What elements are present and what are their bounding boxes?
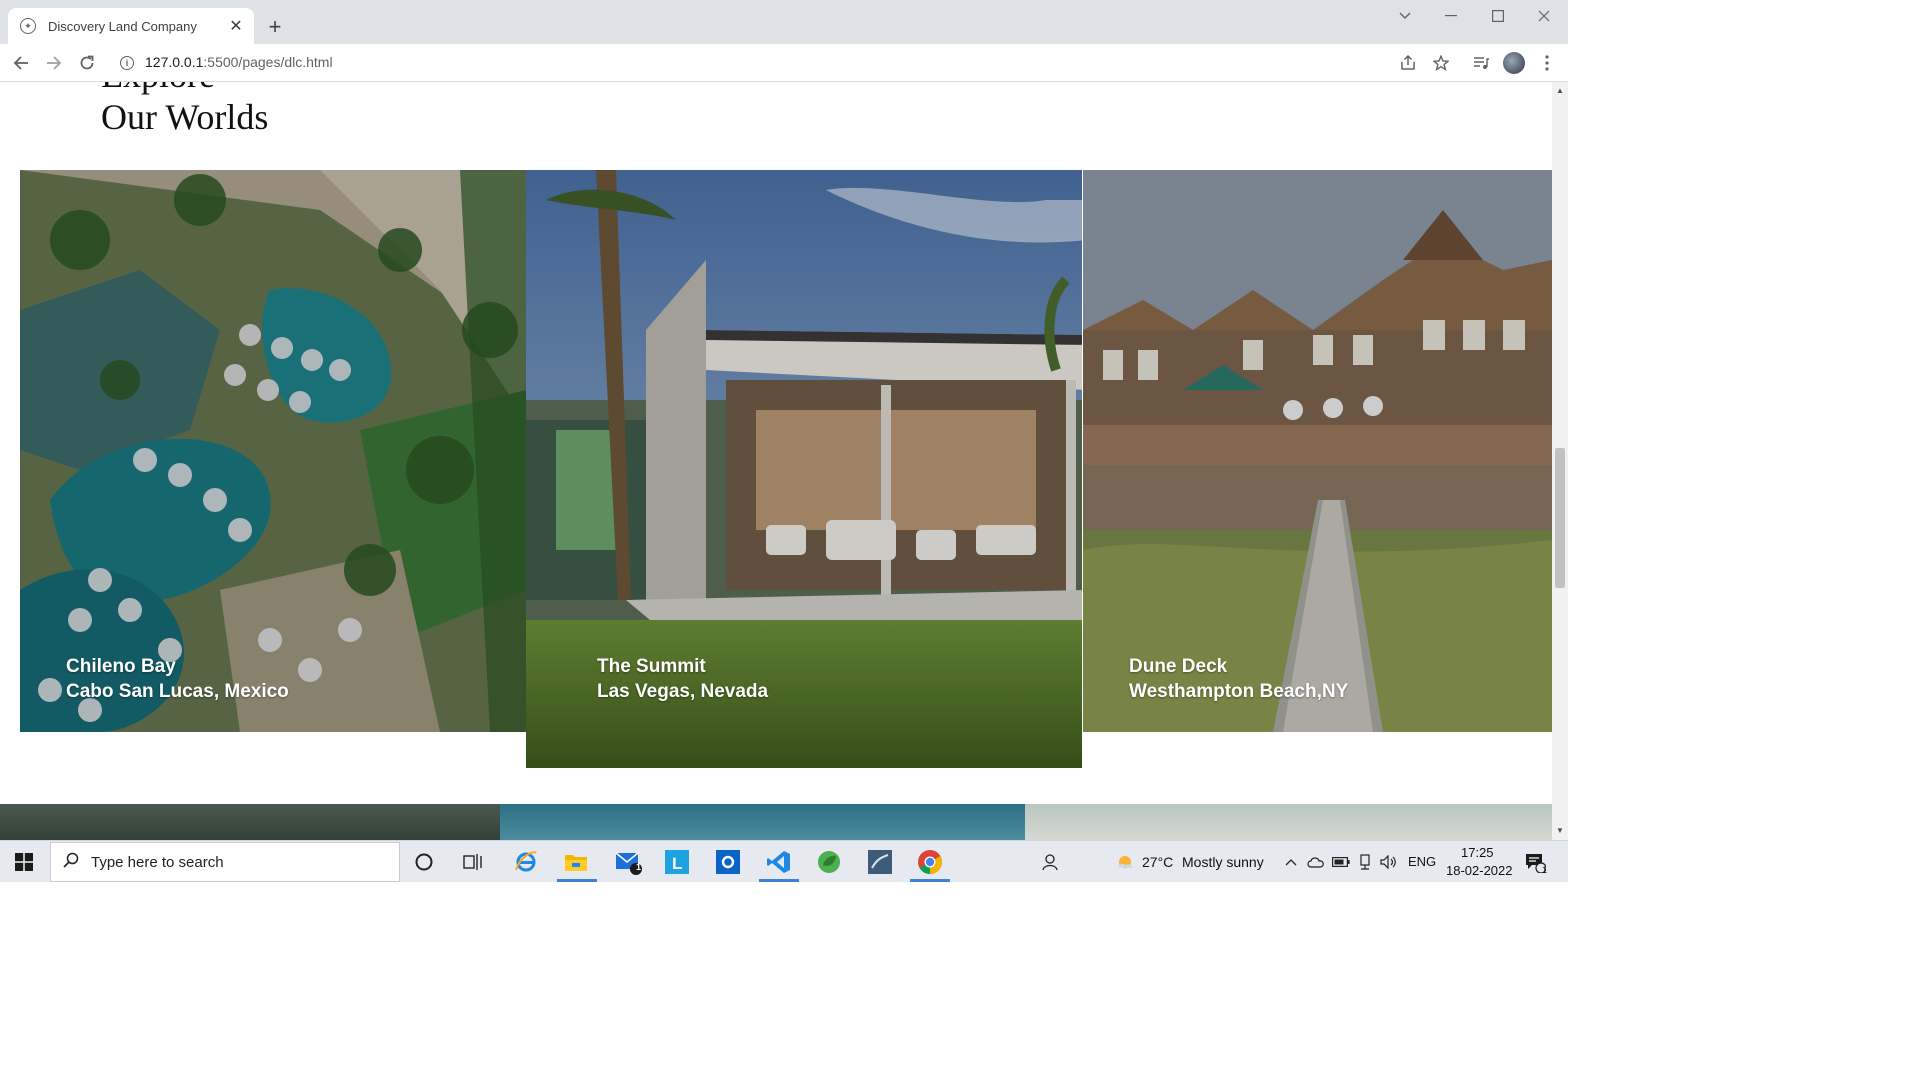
weather-temperature[interactable]: 27°C xyxy=(1142,854,1173,870)
card-title: Dune Deck xyxy=(1129,656,1228,677)
resort-aerial-image xyxy=(20,170,526,732)
weather-sun-icon[interactable] xyxy=(1108,845,1142,879)
new-tab-button[interactable]: + xyxy=(262,14,288,40)
task-view-icon[interactable] xyxy=(456,845,490,879)
share-icon[interactable] xyxy=(1395,50,1421,76)
minimize-button[interactable] xyxy=(1428,0,1474,32)
destination-card-chileno-bay[interactable]: Chileno Bay Cabo San Lucas, Mexico xyxy=(20,170,526,732)
page-scrollbar[interactable]: ▲ ▼ xyxy=(1552,82,1568,840)
card-caption: Dune Deck Westhampton Beach,NY xyxy=(1129,654,1348,704)
beach-house-image xyxy=(1083,170,1552,732)
chrome-icon[interactable] xyxy=(913,845,947,879)
file-explorer-active-indicator xyxy=(557,879,597,882)
search-placeholder: Type here to search xyxy=(91,853,224,871)
mail-icon[interactable]: 1 xyxy=(611,845,645,879)
back-button[interactable] xyxy=(8,50,34,76)
search-icon xyxy=(63,852,83,873)
next-row-image-2 xyxy=(500,804,1025,840)
notification-center-icon[interactable]: 1 xyxy=(1518,845,1552,879)
browser-tab-strip: ✦ Discovery Land Company ✕ + xyxy=(0,0,1568,44)
mail-badge: 1 xyxy=(636,862,642,872)
site-info-icon[interactable]: i xyxy=(120,56,134,70)
weather-condition[interactable]: Mostly sunny xyxy=(1182,854,1264,870)
database-tool-icon[interactable] xyxy=(863,845,897,879)
chrome-active-indicator xyxy=(910,879,950,882)
address-bar[interactable]: i 127.0.0.1:5500/pages/dlc.html xyxy=(108,48,1460,78)
card-location: Las Vegas, Nevada xyxy=(597,681,769,702)
tab-title: Discovery Land Company xyxy=(48,18,197,34)
next-row-image-3 xyxy=(1025,804,1552,840)
vscode-active-indicator xyxy=(759,879,799,882)
more-menu-icon[interactable] xyxy=(1534,50,1560,76)
globe-icon: ✦ xyxy=(20,18,36,34)
close-window-button[interactable] xyxy=(1521,0,1567,32)
destination-card-the-summit[interactable]: The Summit Las Vegas, Nevada xyxy=(526,170,1087,768)
card-title: The Summit xyxy=(597,656,706,677)
tab-search-icon[interactable] xyxy=(1382,0,1428,32)
destination-card-dune-deck[interactable]: Dune Deck Westhampton Beach,NY xyxy=(1083,170,1552,732)
maximize-button[interactable] xyxy=(1475,0,1521,32)
people-icon[interactable] xyxy=(1034,845,1068,879)
windows-logo-icon xyxy=(15,853,33,871)
scroll-up-arrow-icon[interactable]: ▲ xyxy=(1555,86,1565,96)
url-host: 127.0.0.1 xyxy=(145,54,204,70)
profile-avatar[interactable] xyxy=(1503,52,1525,74)
teams-l-app-icon[interactable]: L xyxy=(660,845,694,879)
page-viewport: Explore Our Worlds xyxy=(0,82,1552,840)
browser-toolbar: i 127.0.0.1:5500/pages/dlc.html xyxy=(0,44,1568,82)
scrollbar-thumb[interactable] xyxy=(1555,448,1565,588)
scroll-down-arrow-icon[interactable]: ▼ xyxy=(1555,826,1565,836)
card-title: Chileno Bay xyxy=(66,656,176,677)
taskbar-search-input[interactable]: Type here to search xyxy=(50,842,400,882)
svg-text:L: L xyxy=(672,854,682,873)
close-tab-icon[interactable]: ✕ xyxy=(226,16,246,36)
forward-button[interactable] xyxy=(41,50,67,76)
page-heading: Explore Our Worlds xyxy=(101,82,268,138)
card-caption: Chileno Bay Cabo San Lucas, Mexico xyxy=(66,654,289,704)
volume-icon[interactable] xyxy=(1372,845,1406,879)
windows-taskbar: Type here to search 1 L 27°C Mostly sunn… xyxy=(0,840,1568,882)
reload-button[interactable] xyxy=(74,50,100,76)
card-caption: The Summit Las Vegas, Nevada xyxy=(597,654,768,704)
media-queue-icon[interactable] xyxy=(1468,50,1494,76)
next-row-image-1 xyxy=(0,804,500,840)
card-location: Westhampton Beach,NY xyxy=(1129,681,1349,702)
clock-date[interactable]: 18-02-2022 xyxy=(1446,863,1513,878)
clock-time[interactable]: 17:25 xyxy=(1461,845,1494,860)
cortana-icon[interactable] xyxy=(407,845,441,879)
internet-explorer-icon[interactable] xyxy=(509,845,543,879)
outlook-icon[interactable] xyxy=(711,845,745,879)
url-text[interactable]: 127.0.0.1:5500/pages/dlc.html xyxy=(145,54,333,70)
spring-tool-icon[interactable] xyxy=(812,845,846,879)
bookmark-star-icon[interactable] xyxy=(1428,50,1454,76)
heading-line-2: Our Worlds xyxy=(101,97,269,137)
heading-line-1: Explore xyxy=(101,82,268,96)
file-explorer-icon[interactable] xyxy=(559,845,593,879)
url-path: :5500/pages/dlc.html xyxy=(203,54,333,70)
card-location: Cabo San Lucas, Mexico xyxy=(66,681,289,702)
browser-tab[interactable]: ✦ Discovery Land Company ✕ xyxy=(8,8,254,44)
notification-count: 1 xyxy=(1542,865,1548,875)
start-button[interactable] xyxy=(0,841,48,883)
vscode-icon[interactable] xyxy=(762,845,796,879)
language-indicator[interactable]: ENG xyxy=(1408,854,1436,869)
